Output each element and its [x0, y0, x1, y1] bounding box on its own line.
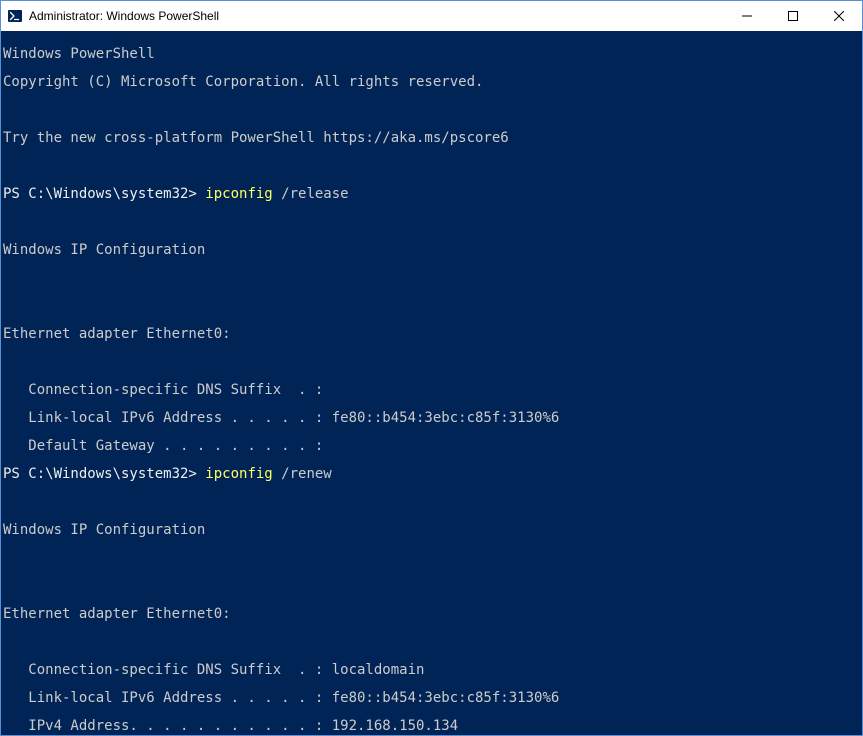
link-local-line: Link-local IPv6 Address . . . . . : fe80…	[3, 691, 862, 705]
prompt-line-2: PS C:\Windows\system32> ipconfig /renew	[3, 467, 862, 481]
titlebar-buttons	[724, 1, 862, 31]
close-button[interactable]	[816, 1, 862, 31]
prompt-path: PS C:\Windows\system32>	[3, 186, 205, 202]
blank-line	[3, 159, 862, 173]
terminal-output[interactable]: Windows PowerShell Copyright (C) Microso…	[1, 31, 862, 735]
blank-line	[3, 551, 862, 565]
dns-suffix-line: Connection-specific DNS Suffix . : local…	[3, 663, 862, 677]
command-text: ipconfig	[205, 186, 281, 202]
adapter-header: Ethernet adapter Ethernet0:	[3, 607, 862, 621]
blank-line	[3, 355, 862, 369]
blank-line	[3, 299, 862, 313]
minimize-button[interactable]	[724, 1, 770, 31]
gateway-line: Default Gateway . . . . . . . . . :	[3, 439, 862, 453]
copyright-line: Copyright (C) Microsoft Corporation. All…	[3, 75, 862, 89]
titlebar[interactable]: Administrator: Windows PowerShell	[1, 1, 862, 31]
ipconfig-header: Windows IP Configuration	[3, 523, 862, 537]
link-local-line: Link-local IPv6 Address . . . . . : fe80…	[3, 411, 862, 425]
prompt-line-1: PS C:\Windows\system32> ipconfig /releas…	[3, 187, 862, 201]
powershell-window: Administrator: Windows PowerShell Window…	[0, 0, 863, 736]
blank-line	[3, 635, 862, 649]
blank-line	[3, 271, 862, 285]
window-title: Administrator: Windows PowerShell	[29, 9, 724, 23]
command-arg: /renew	[281, 466, 332, 482]
blank-line	[3, 579, 862, 593]
ipconfig-header: Windows IP Configuration	[3, 243, 862, 257]
adapter-header: Ethernet adapter Ethernet0:	[3, 327, 862, 341]
powershell-icon	[7, 8, 23, 24]
prompt-path: PS C:\Windows\system32>	[3, 466, 205, 482]
ipv4-line: IPv4 Address. . . . . . . . . . . : 192.…	[3, 719, 862, 733]
blank-line	[3, 495, 862, 509]
blank-line	[3, 215, 862, 229]
dns-suffix-line: Connection-specific DNS Suffix . :	[3, 383, 862, 397]
blank-line	[3, 103, 862, 117]
pscore-hint: Try the new cross-platform PowerShell ht…	[3, 131, 862, 145]
command-text: ipconfig	[205, 466, 281, 482]
banner-line: Windows PowerShell	[3, 47, 862, 61]
command-arg: /release	[281, 186, 348, 202]
maximize-button[interactable]	[770, 1, 816, 31]
